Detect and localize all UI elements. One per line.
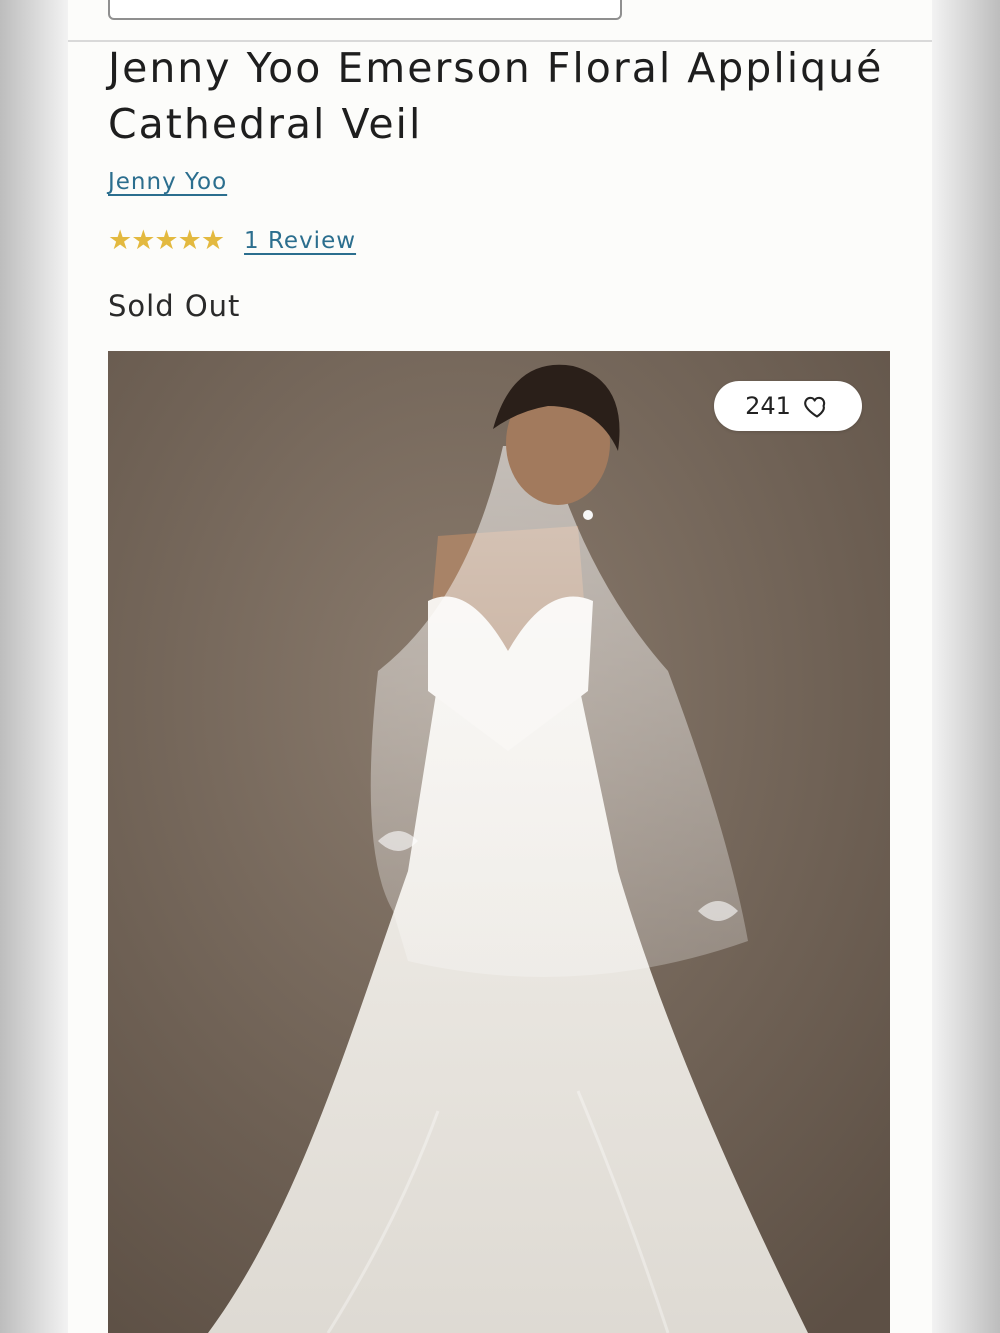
product-page: Jenny Yoo Emerson Floral Appliqué Cathed… [68,0,932,1333]
rating-row: ★★★★★ 1 Review [108,224,356,258]
product-photo [108,351,890,1333]
star-rating-icon: ★★★★★ [108,225,225,256]
product-image[interactable]: 241 [108,351,890,1333]
like-count: 241 [745,392,791,420]
stock-status: Sold Out [108,289,241,323]
heart-outline-icon [804,396,826,418]
product-title: Jenny Yoo Emerson Floral Appliqué Cathed… [108,44,884,148]
reviews-link[interactable]: 1 Review [244,226,356,256]
search-field[interactable] [108,0,622,20]
brand-link[interactable]: Jenny Yoo [108,166,227,198]
like-button[interactable]: 241 [714,381,862,431]
